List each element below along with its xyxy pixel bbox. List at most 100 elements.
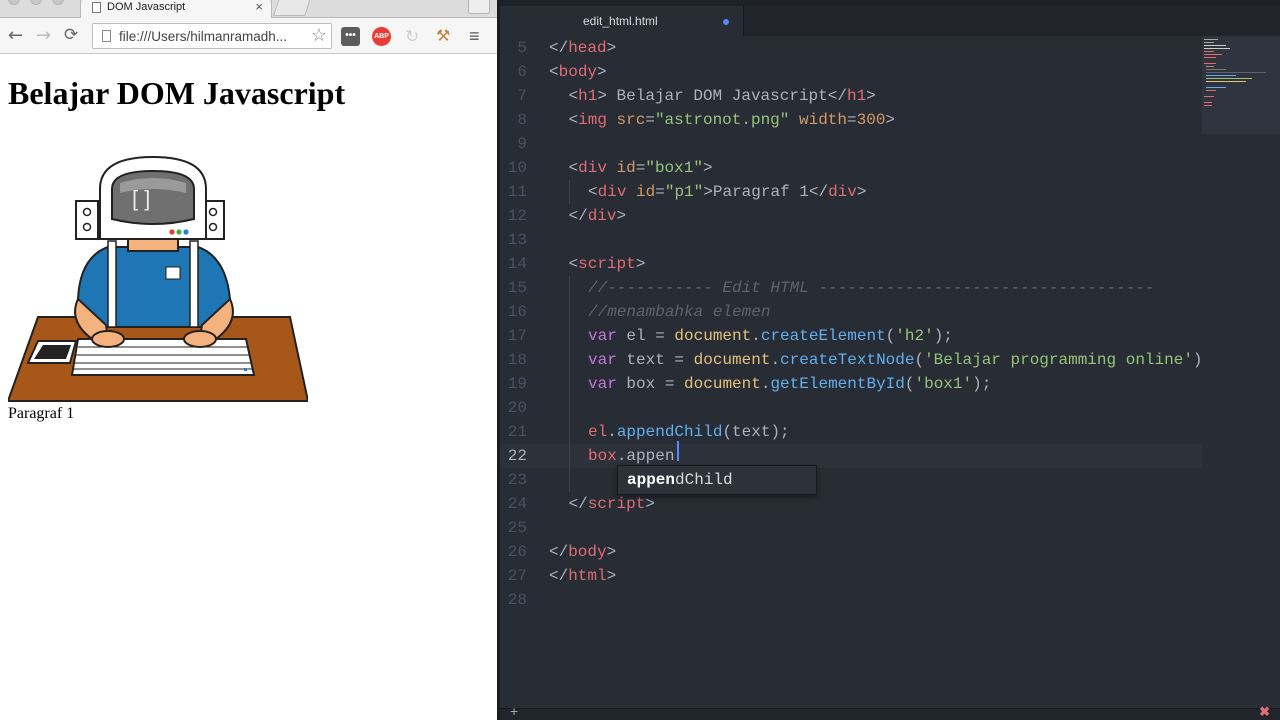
code-token: = xyxy=(847,111,857,129)
code-line[interactable]: 20 xyxy=(500,396,1202,420)
code-line[interactable]: 24 </script> xyxy=(500,492,1202,516)
code-comment: //menambahka elemen xyxy=(588,303,771,321)
modified-dot-icon[interactable] xyxy=(723,19,729,25)
code-line[interactable]: 5 </head> xyxy=(500,36,1202,60)
code-line[interactable]: 18 var text = document.createTextNode('B… xyxy=(500,348,1203,372)
code-token: > xyxy=(885,111,896,129)
code-line[interactable]: 15 //----------- Edit HTML -------------… xyxy=(500,276,1202,300)
code-token: > xyxy=(866,87,876,105)
code-text: <img src="astronot.png" width=300> xyxy=(569,108,896,132)
line-number: 15 xyxy=(507,279,527,297)
line-number: 14 xyxy=(507,255,527,273)
editor-tab-active[interactable]: edit_html.html xyxy=(500,6,744,36)
code-line[interactable]: 12 </div> xyxy=(500,204,1202,228)
code-line[interactable]: 14 <script> xyxy=(500,252,1202,276)
line-number: 10 xyxy=(507,159,527,177)
code-line[interactable]: 10 <div id="box1"> xyxy=(500,156,1202,180)
sync-icon[interactable]: ↻ xyxy=(405,27,424,46)
code-token: var xyxy=(588,375,617,393)
indent-guide xyxy=(568,372,570,396)
tool-icon[interactable]: ⚒ xyxy=(436,27,455,46)
code-token: </ xyxy=(808,183,829,201)
line-number: 25 xyxy=(507,519,527,537)
autocomplete-match: appen xyxy=(627,471,676,489)
browser-tab-strip: DOM Javascript × xyxy=(0,0,497,18)
tab-close-icon[interactable]: × xyxy=(255,0,263,14)
code-line[interactable]: 19 var box = document.getElementById('bo… xyxy=(500,372,1202,396)
code-text: <div id="p1">Paragraf 1</div> xyxy=(588,180,867,204)
visor-text: [ ] xyxy=(132,186,150,211)
code-line[interactable]: 9 xyxy=(500,132,1202,156)
line-number: 23 xyxy=(507,471,527,489)
code-token: 300 xyxy=(856,111,886,129)
code-token: scri xyxy=(587,495,627,513)
code-token: > xyxy=(645,495,655,513)
code-token: > xyxy=(597,87,607,105)
editor-minimap[interactable] xyxy=(1202,36,1280,134)
code-line[interactable]: 16 //menambahka elemen xyxy=(500,300,1202,324)
code-line-current[interactable]: 22 box.appen xyxy=(500,444,1202,468)
code-text: <script> xyxy=(569,252,646,276)
code-line[interactable]: 21 el.appendChild(text); xyxy=(500,420,1202,444)
error-icon[interactable]: ✖ xyxy=(1259,704,1270,720)
window-close-dot[interactable] xyxy=(8,0,20,5)
code-line[interactable]: 8 <img src="astronot.png" width=300> xyxy=(500,108,1202,132)
add-icon[interactable]: + xyxy=(510,703,518,719)
code-text: </html> xyxy=(549,564,616,588)
code-token: < xyxy=(588,183,598,201)
code-line[interactable]: 6 <body> xyxy=(500,60,1202,84)
code-token: id xyxy=(616,159,636,177)
reload-icon[interactable]: ⟳ xyxy=(64,25,78,45)
code-area[interactable]: 5 </head> 6 <body> 7 <h1> Belajar DOM Ja… xyxy=(500,36,1280,708)
line-number: 13 xyxy=(507,231,527,249)
document-icon xyxy=(92,2,101,13)
code-text: </head> xyxy=(549,36,616,60)
address-url[interactable]: file:///Users/hilmanramadh... xyxy=(119,29,287,44)
browser-tab-active[interactable]: DOM Javascript × xyxy=(80,0,272,18)
code-line[interactable]: 28 xyxy=(500,588,1202,612)
new-tab-button[interactable] xyxy=(273,0,311,16)
code-text: var box = document.getElementById('box1'… xyxy=(588,372,991,396)
code-token: head xyxy=(568,39,607,57)
code-line[interactable]: 13 xyxy=(500,228,1202,252)
code-line[interactable]: 7 <h1> Belajar DOM Javascript</h1> xyxy=(500,84,1202,108)
back-arrow-icon[interactable]: ← xyxy=(8,25,23,46)
code-line[interactable]: 23 xyxy=(500,468,1202,492)
code-token: ); xyxy=(972,375,992,393)
extension-dots-icon[interactable]: ••• xyxy=(341,27,360,46)
profile-button[interactable] xyxy=(468,0,490,14)
code-token: > xyxy=(635,255,646,273)
code-token: = xyxy=(645,111,655,129)
code-token: = xyxy=(655,183,665,201)
code-token: Belajar DOM Javascript xyxy=(606,87,828,105)
code-text: </div> xyxy=(569,204,627,228)
code-token: </ xyxy=(549,567,569,585)
code-token: html xyxy=(568,567,607,585)
code-line[interactable]: 27 </html> xyxy=(500,564,1202,588)
window-zoom-dot[interactable] xyxy=(52,0,64,5)
window-minimize-dot[interactable] xyxy=(30,0,42,5)
code-text: el.appendChild(text); xyxy=(588,420,790,444)
adblock-icon[interactable]: ABP xyxy=(372,27,391,46)
code-token: img xyxy=(578,111,607,129)
code-line[interactable]: 25 xyxy=(500,516,1202,540)
autocomplete-item[interactable]: appendChild xyxy=(627,471,733,489)
autocomplete-popup[interactable]: appendChild xyxy=(617,465,817,495)
bookmark-star-icon[interactable]: ☆ xyxy=(311,25,327,46)
text-cursor xyxy=(677,441,679,461)
indent-guide xyxy=(568,276,570,300)
code-token: document xyxy=(674,327,752,345)
indent-guide xyxy=(568,324,570,348)
code-token: </ xyxy=(549,543,569,561)
forward-arrow-icon[interactable]: → xyxy=(36,25,51,46)
code-line[interactable]: 17 var el = document.createElement('h2')… xyxy=(500,324,1202,348)
code-token: . xyxy=(607,423,617,441)
code-line[interactable]: 11 <div id="p1">Paragraf 1</div> xyxy=(500,180,1202,204)
address-bar[interactable]: file:///Users/hilmanramadh... ☆ xyxy=(92,23,332,49)
code-line[interactable]: 26 </body> xyxy=(500,540,1202,564)
menu-icon[interactable]: ≡ xyxy=(469,27,488,46)
code-token: box = xyxy=(616,375,685,393)
editor-tab-bar: edit_html.html xyxy=(500,6,1280,36)
